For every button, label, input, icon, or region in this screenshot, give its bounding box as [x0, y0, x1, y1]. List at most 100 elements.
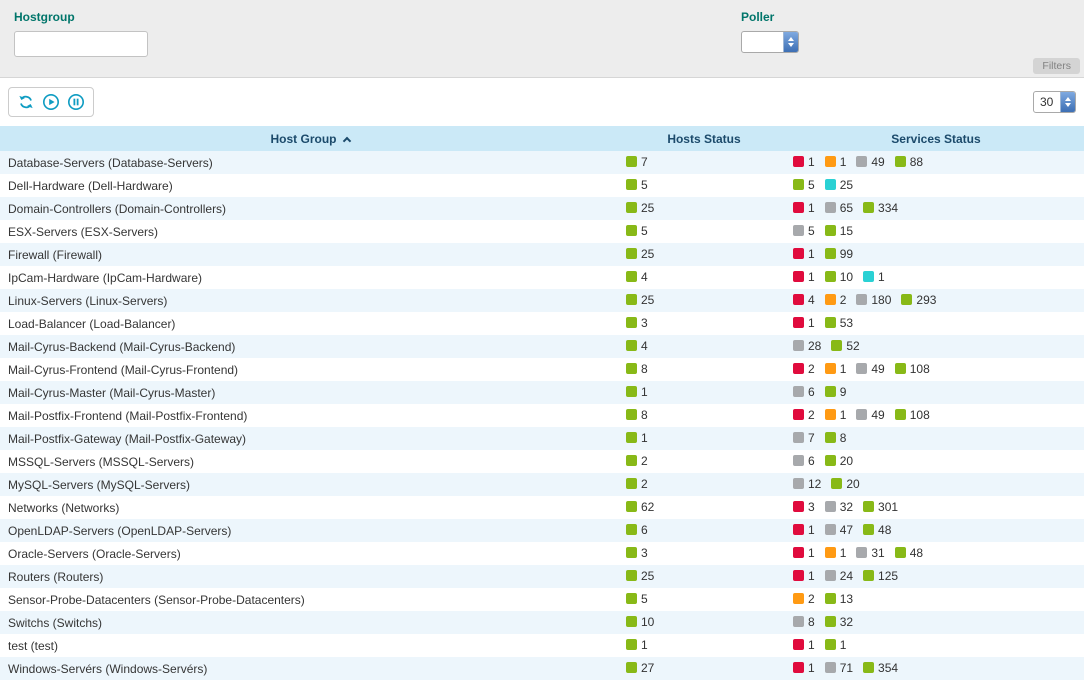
status-badge-critical[interactable]: 1 [793, 546, 815, 560]
status-badge-critical[interactable]: 1 [793, 661, 815, 675]
filters-toggle-button[interactable]: Filters [1033, 58, 1080, 74]
status-badge-ok[interactable]: 53 [825, 316, 853, 330]
host-group-link[interactable]: test (test) [8, 639, 58, 653]
host-group-link[interactable]: MSSQL-Servers (MSSQL-Servers) [8, 455, 194, 469]
status-badge-up[interactable]: 3 [626, 546, 648, 560]
status-badge-ok[interactable]: 293 [901, 293, 936, 307]
status-badge-unknown[interactable]: 32 [825, 500, 853, 514]
host-group-link[interactable]: Mail-Cyrus-Backend (Mail-Cyrus-Backend) [8, 340, 235, 354]
host-group-link[interactable]: OpenLDAP-Servers (OpenLDAP-Servers) [8, 524, 231, 538]
status-badge-unknown[interactable]: 180 [856, 293, 891, 307]
status-badge-up[interactable]: 62 [626, 500, 654, 514]
status-badge-unknown[interactable]: 12 [793, 477, 821, 491]
status-badge-unknown[interactable]: 6 [793, 385, 815, 399]
play-icon[interactable] [42, 93, 60, 111]
host-group-link[interactable]: Oracle-Servers (Oracle-Servers) [8, 547, 181, 561]
host-group-link[interactable]: Mail-Cyrus-Frontend (Mail-Cyrus-Frontend… [8, 363, 238, 377]
status-badge-unknown[interactable]: 47 [825, 523, 853, 537]
status-badge-ok[interactable]: 13 [825, 592, 853, 606]
status-badge-warning[interactable]: 1 [825, 362, 847, 376]
status-badge-ok[interactable]: 20 [825, 454, 853, 468]
host-group-link[interactable]: Linux-Servers (Linux-Servers) [8, 294, 167, 308]
status-badge-unknown[interactable]: 24 [825, 569, 853, 583]
status-badge-critical[interactable]: 1 [793, 201, 815, 215]
status-badge-critical[interactable]: 1 [793, 523, 815, 537]
host-group-link[interactable]: Mail-Cyrus-Master (Mail-Cyrus-Master) [8, 386, 215, 400]
status-badge-warning[interactable]: 1 [825, 408, 847, 422]
status-badge-up[interactable]: 8 [626, 408, 648, 422]
host-group-link[interactable]: Database-Servers (Database-Servers) [8, 156, 213, 170]
status-badge-up[interactable]: 2 [626, 454, 648, 468]
status-badge-unknown[interactable]: 31 [856, 546, 884, 560]
status-badge-up[interactable]: 5 [626, 178, 648, 192]
status-badge-ok[interactable]: 20 [831, 477, 859, 491]
status-badge-critical[interactable]: 1 [793, 638, 815, 652]
status-badge-critical[interactable]: 2 [793, 362, 815, 376]
status-badge-unknown[interactable]: 49 [856, 408, 884, 422]
status-badge-up[interactable]: 7 [626, 155, 648, 169]
status-badge-ok[interactable]: 108 [895, 408, 930, 422]
column-header-services-status[interactable]: Services Status [788, 126, 1084, 151]
status-badge-warning[interactable]: 1 [825, 155, 847, 169]
pause-icon[interactable] [67, 93, 85, 111]
status-badge-up[interactable]: 5 [626, 224, 648, 238]
status-badge-ok[interactable]: 8 [825, 431, 847, 445]
host-group-link[interactable]: IpCam-Hardware (IpCam-Hardware) [8, 271, 202, 285]
status-badge-ok[interactable]: 1 [825, 638, 847, 652]
status-badge-ok[interactable]: 52 [831, 339, 859, 353]
column-header-hosts-status[interactable]: Hosts Status [620, 126, 788, 151]
status-badge-critical[interactable]: 1 [793, 270, 815, 284]
status-badge-up[interactable]: 1 [626, 385, 648, 399]
status-badge-unknown[interactable]: 28 [793, 339, 821, 353]
status-badge-warning[interactable]: 2 [793, 592, 815, 606]
status-badge-critical[interactable]: 2 [793, 408, 815, 422]
status-badge-unknown[interactable]: 6 [793, 454, 815, 468]
status-badge-up[interactable]: 27 [626, 661, 654, 675]
status-badge-unknown[interactable]: 71 [825, 661, 853, 675]
host-group-link[interactable]: Load-Balancer (Load-Balancer) [8, 317, 175, 331]
status-badge-up[interactable]: 4 [626, 270, 648, 284]
status-badge-ok[interactable]: 48 [895, 546, 923, 560]
host-group-link[interactable]: Mail-Postfix-Frontend (Mail-Postfix-Fron… [8, 409, 247, 423]
hostgroup-input[interactable] [14, 31, 148, 57]
status-badge-up[interactable]: 1 [626, 431, 648, 445]
status-badge-ok[interactable]: 10 [825, 270, 853, 284]
status-badge-pending[interactable]: 1 [863, 270, 885, 284]
host-group-link[interactable]: Routers (Routers) [8, 570, 103, 584]
status-badge-ok[interactable]: 354 [863, 661, 898, 675]
status-badge-warning[interactable]: 2 [825, 293, 847, 307]
status-badge-ok[interactable]: 9 [825, 385, 847, 399]
status-badge-ok[interactable]: 334 [863, 201, 898, 215]
host-group-link[interactable]: Mail-Postfix-Gateway (Mail-Postfix-Gatew… [8, 432, 246, 446]
status-badge-unknown[interactable]: 49 [856, 155, 884, 169]
host-group-link[interactable]: Domain-Controllers (Domain-Controllers) [8, 202, 226, 216]
status-badge-up[interactable]: 1 [626, 638, 648, 652]
host-group-link[interactable]: ESX-Servers (ESX-Servers) [8, 225, 158, 239]
status-badge-unknown[interactable]: 7 [793, 431, 815, 445]
status-badge-up[interactable]: 8 [626, 362, 648, 376]
status-badge-unknown[interactable]: 65 [825, 201, 853, 215]
host-group-link[interactable]: MySQL-Servers (MySQL-Servers) [8, 478, 190, 492]
status-badge-up[interactable]: 10 [626, 615, 654, 629]
status-badge-up[interactable]: 25 [626, 201, 654, 215]
status-badge-critical[interactable]: 3 [793, 500, 815, 514]
status-badge-warning[interactable]: 1 [825, 546, 847, 560]
rows-per-page-select[interactable]: 30 [1033, 91, 1076, 113]
host-group-link[interactable]: Switchs (Switchs) [8, 616, 102, 630]
status-badge-ok[interactable]: 15 [825, 224, 853, 238]
status-badge-ok[interactable]: 5 [793, 178, 815, 192]
status-badge-up[interactable]: 25 [626, 569, 654, 583]
status-badge-up[interactable]: 4 [626, 339, 648, 353]
status-badge-up[interactable]: 25 [626, 247, 654, 261]
status-badge-critical[interactable]: 4 [793, 293, 815, 307]
status-badge-critical[interactable]: 1 [793, 569, 815, 583]
host-group-link[interactable]: Firewall (Firewall) [8, 248, 102, 262]
host-group-link[interactable]: Dell-Hardware (Dell-Hardware) [8, 179, 173, 193]
status-badge-critical[interactable]: 1 [793, 316, 815, 330]
status-badge-critical[interactable]: 1 [793, 247, 815, 261]
poller-select[interactable] [741, 31, 799, 53]
host-group-link[interactable]: Sensor-Probe-Datacenters (Sensor-Probe-D… [8, 593, 305, 607]
status-badge-up[interactable]: 5 [626, 592, 648, 606]
status-badge-ok[interactable]: 125 [863, 569, 898, 583]
status-badge-ok[interactable]: 32 [825, 615, 853, 629]
